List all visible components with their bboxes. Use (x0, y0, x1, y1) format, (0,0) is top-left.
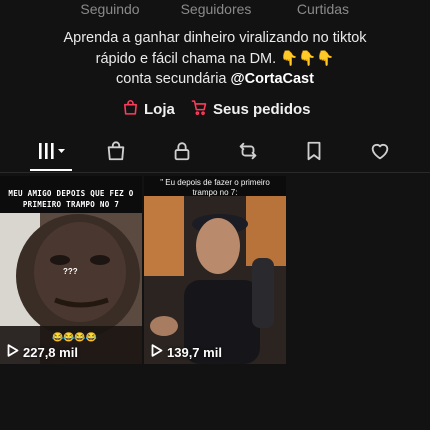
view-count: 139,7 mil (151, 344, 222, 360)
tab-liked[interactable] (367, 140, 393, 166)
play-icon (7, 344, 19, 360)
followers-label[interactable]: Seguidores (181, 1, 252, 17)
video-overlay-text: ??? (63, 267, 78, 276)
view-count: 227,8 mil (7, 344, 78, 360)
grid-icon (37, 140, 67, 167)
tab-videos[interactable] (32, 140, 72, 166)
active-tab-indicator (30, 169, 72, 171)
bio-line-2-text: rápido e fácil chama na DM. (95, 50, 277, 67)
lock-icon (171, 140, 193, 167)
video-thumbnail[interactable]: " Eu depois de fazer o primeiro trampo n… (144, 176, 286, 364)
bio-line-1: Aprenda a ganhar dinheiro viralizando no… (63, 30, 367, 46)
video-caption: " Eu depois de fazer o primeiro trampo n… (160, 178, 270, 197)
video-emoji: 😂😂😂😂 (52, 332, 97, 342)
bookmark-icon (303, 140, 325, 167)
tab-favorites[interactable] (301, 140, 327, 166)
bio-line-2: rápido e fácil chama na DM. 👇👇👇 (0, 49, 430, 70)
store-button[interactable]: Loja (122, 99, 175, 120)
secondary-account-handle[interactable]: @CortaCast (231, 71, 314, 87)
likes-label: Curtidas (296, 1, 350, 17)
repost-icon (237, 140, 259, 167)
store-label: Loja (144, 101, 175, 118)
shopping-bag-icon (105, 140, 127, 167)
profile-bio: Aprenda a ganhar dinheiro viralizando no… (0, 28, 430, 90)
view-count-value: 227,8 mil (23, 344, 78, 360)
view-count-value: 139,7 mil (167, 344, 222, 360)
shopping-bag-icon (122, 99, 139, 120)
tab-reposts[interactable] (235, 140, 261, 166)
profile-tabs (0, 136, 430, 172)
profile-stats: Seguindo Seguidores Curtidas (0, 0, 430, 20)
following-label[interactable]: Seguindo (80, 1, 139, 17)
tabs-divider (0, 172, 430, 173)
shopping-cart-icon (191, 99, 208, 120)
bio-line-3: conta secundária @CortaCast (0, 69, 430, 90)
play-icon (151, 344, 163, 360)
orders-button[interactable]: Seus pedidos (191, 99, 311, 120)
heart-icon (369, 140, 391, 167)
tab-shop[interactable] (103, 140, 129, 166)
orders-label: Seus pedidos (213, 101, 311, 118)
video-thumbnail-image (144, 176, 286, 364)
shop-row: Loja Seus pedidos (0, 99, 430, 121)
video-thumbnail[interactable]: MEU AMIGO DEPOIS QUE FEZ O PRIMEIRO TRAM… (0, 176, 142, 364)
video-caption: MEU AMIGO DEPOIS QUE FEZ O PRIMEIRO TRAM… (8, 189, 134, 209)
tab-private[interactable] (169, 140, 195, 166)
bio-line-3-text: conta secundária (116, 71, 227, 87)
pointing-down-emoji: 👇👇👇 (280, 50, 335, 67)
